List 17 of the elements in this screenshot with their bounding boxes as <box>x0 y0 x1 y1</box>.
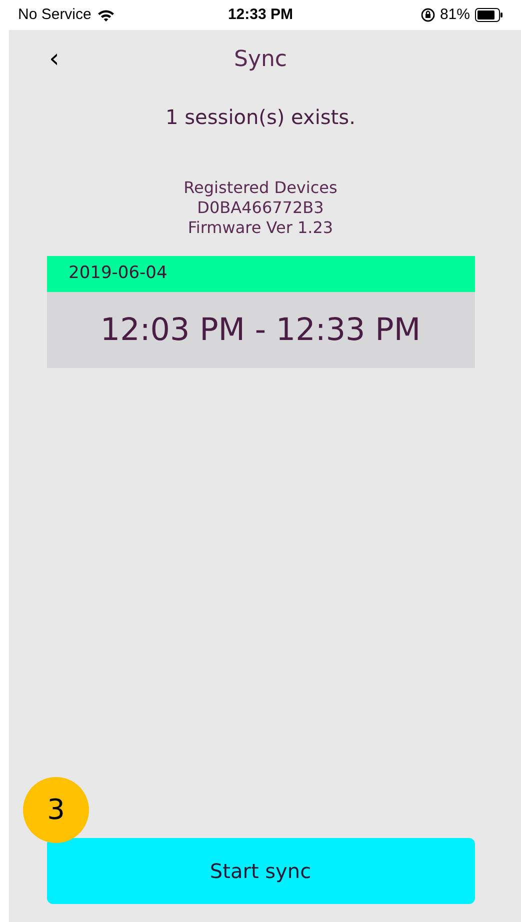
firmware-version: Firmware Ver 1.23 <box>188 218 334 238</box>
session-count-text: 1 session(s) exists. <box>166 104 356 131</box>
battery-percent: 81% <box>440 4 470 25</box>
orientation-lock-icon <box>420 8 435 22</box>
session-card[interactable]: 2019-06-04 12:03 PM - 12:33 PM <box>46 256 474 368</box>
step-badge: 3 <box>23 777 89 843</box>
device-id: D0BA466772B3 <box>197 198 324 218</box>
device-label: Registered Devices <box>184 178 338 198</box>
start-sync-button[interactable]: Start sync <box>46 838 474 904</box>
session-date: 2019-06-04 <box>46 256 474 292</box>
session-time-range: 12:03 PM - 12:33 PM <box>46 292 474 368</box>
battery-icon <box>474 8 503 22</box>
back-button[interactable]: ‹ <box>45 46 64 72</box>
clock-text: 12:33 PM <box>228 4 294 25</box>
wifi-icon <box>97 8 116 22</box>
carrier-text: No Service <box>18 4 92 25</box>
page-title: Sync <box>234 46 288 74</box>
